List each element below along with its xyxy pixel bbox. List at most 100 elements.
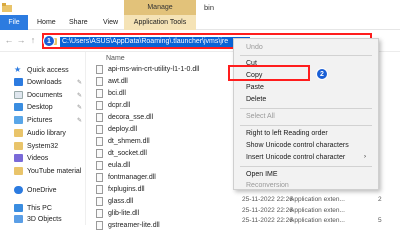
menu-item-show-unicode[interactable]: Show Unicode control characters	[234, 140, 378, 151]
file-type: Application exten...	[290, 207, 345, 214]
forward-icon[interactable]: →	[16, 35, 26, 46]
file-name: glass.dll	[108, 197, 134, 205]
sidebar-item-label: System32	[27, 142, 59, 150]
list-item[interactable]: glib-lite.dll	[96, 207, 256, 219]
tab-view[interactable]: View	[100, 15, 121, 30]
window-title: bin	[204, 3, 215, 12]
file-name: api-ms-win-crt-utility-l1-1-0.dll	[108, 65, 200, 73]
folder-icon	[14, 142, 23, 150]
sidebar-item-label: Quick access	[27, 66, 69, 74]
sidebar-item-label: Videos	[27, 154, 49, 162]
menu-item-undo[interactable]: Undo	[234, 42, 378, 53]
tab-share[interactable]: Share	[66, 15, 91, 30]
list-item[interactable]: eula.dll	[96, 159, 256, 171]
dll-file-icon	[96, 148, 103, 158]
tab-file[interactable]: File	[0, 15, 28, 30]
sidebar-item-audio-library[interactable]: Audio library	[0, 127, 86, 139]
menu-item-paste[interactable]: Paste	[234, 82, 378, 93]
desktop-icon	[14, 103, 23, 111]
sidebar-item-videos[interactable]: Videos	[0, 152, 86, 164]
ribbon: File Home Share View Application Tools	[0, 15, 400, 30]
pin-icon: ✎	[76, 117, 82, 124]
file-name: eula.dll	[108, 161, 131, 169]
list-item[interactable]: dt_shmem.dll	[96, 135, 256, 147]
list-item[interactable]: dt_socket.dll	[96, 147, 256, 159]
title-bar: Manage bin	[0, 0, 400, 15]
file-name: dt_shmem.dll	[108, 137, 150, 145]
file-type: Application exten...	[290, 196, 345, 203]
menu-separator	[240, 166, 372, 167]
sidebar-item-quick-access[interactable]: ★ Quick access	[0, 64, 86, 76]
sidebar-item-label: Downloads	[27, 78, 62, 86]
file-name: awt.dll	[108, 77, 128, 85]
navigation-pane: ★ Quick access Downloads ✎ Documents ✎ D…	[0, 52, 86, 225]
manage-tab[interactable]: Manage	[124, 0, 196, 15]
cube-icon	[14, 215, 23, 223]
menu-item-delete[interactable]: Delete	[234, 94, 378, 105]
sidebar-item-pictures[interactable]: Pictures ✎	[0, 114, 86, 126]
sidebar-item-label: Documents	[27, 91, 63, 99]
list-item[interactable]: decora_sse.dll	[96, 111, 256, 123]
dll-file-icon	[96, 172, 103, 182]
tab-application-tools[interactable]: Application Tools	[124, 15, 196, 30]
sidebar-item-3d-objects[interactable]: 3D Objects	[0, 213, 86, 225]
file-name: dt_socket.dll	[108, 149, 147, 157]
back-icon[interactable]: ←	[4, 35, 14, 46]
sidebar-item-label: YouTube material	[27, 167, 82, 175]
menu-separator	[240, 108, 372, 109]
up-icon[interactable]: ↑	[28, 35, 38, 46]
file-size: 2	[378, 196, 382, 203]
menu-item-right-to-left[interactable]: Right to left Reading order	[234, 128, 378, 139]
sidebar-item-system32[interactable]: System32	[0, 140, 86, 152]
dll-file-icon	[96, 124, 103, 134]
pin-icon: ✎	[76, 92, 82, 99]
file-name: gstreamer-lite.dll	[108, 221, 160, 229]
star-icon: ★	[14, 65, 22, 74]
menu-item-insert-unicode[interactable]: Insert Unicode control character ›	[234, 152, 378, 163]
sidebar-item-desktop[interactable]: Desktop ✎	[0, 101, 86, 113]
file-date: 25-11-2022 22:26	[242, 196, 293, 203]
list-item[interactable]: dcpr.dll	[96, 99, 256, 111]
sidebar-item-youtube-material[interactable]: YouTube material	[0, 165, 86, 177]
dll-file-icon	[96, 76, 103, 86]
sidebar-item-downloads[interactable]: Downloads ✎	[0, 76, 86, 88]
menu-item-reconversion[interactable]: Reconversion	[234, 180, 378, 191]
dll-file-icon	[96, 196, 103, 206]
pictures-icon	[14, 116, 23, 124]
file-size: 5	[378, 217, 382, 224]
column-header-name[interactable]: Name	[106, 55, 125, 62]
menu-item-select-all[interactable]: Select All	[234, 111, 378, 122]
file-date: 25-11-2022 22:26	[242, 217, 293, 224]
list-item[interactable]: glass.dll	[96, 195, 256, 207]
sidebar-item-onedrive[interactable]: OneDrive	[0, 184, 86, 196]
file-name: decora_sse.dll	[108, 113, 154, 121]
pc-icon	[14, 204, 23, 212]
dll-file-icon	[96, 64, 103, 74]
dll-file-icon	[96, 184, 103, 194]
list-item[interactable]: fontmanager.dll	[96, 171, 256, 183]
dll-file-icon	[96, 220, 103, 230]
file-name: glib-lite.dll	[108, 209, 140, 217]
sidebar-item-label: Pictures	[27, 116, 53, 124]
list-item[interactable]: gstreamer-lite.dll	[96, 219, 256, 231]
sidebar-item-documents[interactable]: Documents ✎	[0, 89, 86, 101]
tab-home[interactable]: Home	[34, 15, 59, 30]
document-icon	[14, 91, 23, 99]
list-item[interactable]: deploy.dll	[96, 123, 256, 135]
folder-icon	[2, 3, 12, 12]
address-path-selected[interactable]: C:\Users\ASUS\AppData\Roaming\.tlauncher…	[60, 37, 250, 47]
list-item[interactable]: fxplugins.dll	[96, 183, 256, 195]
step-badge-2: 2	[316, 68, 328, 80]
list-item[interactable]: bci.dll	[96, 87, 256, 99]
dll-file-icon	[96, 112, 103, 122]
cloud-icon	[14, 186, 23, 194]
context-menu: Undo Cut Copy Paste Delete Select All Ri…	[233, 38, 379, 190]
folder-icon	[14, 167, 23, 175]
step-badge-1: 1	[43, 35, 55, 47]
copy-highlight-box	[228, 65, 310, 81]
menu-separator	[240, 55, 372, 56]
folder-icon	[14, 129, 23, 137]
dll-file-icon	[96, 100, 103, 110]
menu-item-open-ime[interactable]: Open IME	[234, 169, 378, 180]
videos-icon	[14, 154, 23, 162]
